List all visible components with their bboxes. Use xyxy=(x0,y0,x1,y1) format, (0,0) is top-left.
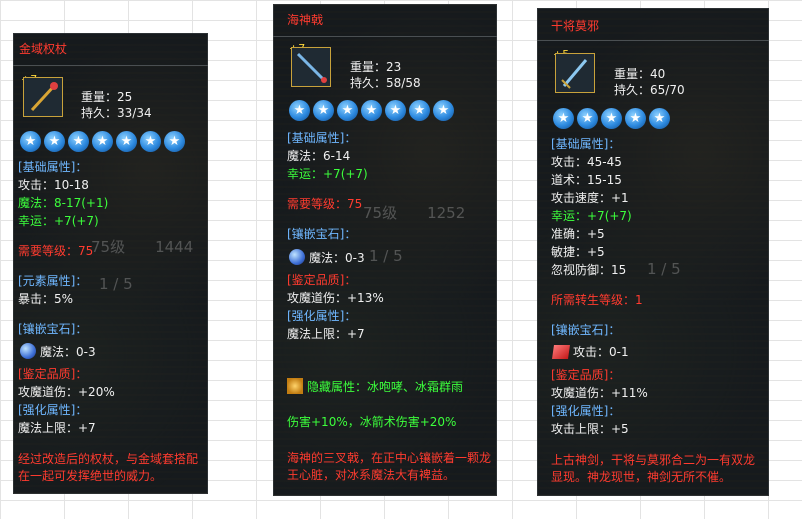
hidden-attr-icon xyxy=(287,378,303,394)
inlay-gem: 魔法：0-3 xyxy=(20,343,96,360)
enhance-header: [强化属性]： xyxy=(18,403,88,417)
required-rebirth-level: 所需转生等级：1 xyxy=(551,293,643,307)
sword-icon xyxy=(561,59,588,89)
durability: 持久：33/34 xyxy=(81,106,152,120)
star-icon: ★ xyxy=(116,131,137,152)
base-attr-header: [基础属性]： xyxy=(551,137,621,151)
appraise-value: 攻魔道伤：+13% xyxy=(287,291,384,305)
enhance-value: 魔法上限：+7 xyxy=(287,327,365,341)
appraise-header: [鉴定品质]： xyxy=(287,273,357,287)
divider xyxy=(537,40,769,41)
scepter-icon xyxy=(30,82,58,112)
star-icon: ★ xyxy=(385,100,406,121)
star-icon: ★ xyxy=(20,131,41,152)
star-icon: ★ xyxy=(409,100,430,121)
magic-stat: 魔法：6-14 xyxy=(287,149,351,163)
star-icon: ★ xyxy=(361,100,382,121)
enhance-value: 攻击上限：+5 xyxy=(551,422,629,436)
star-rating: ★ ★ ★ ★ ★ ★ ★ xyxy=(289,100,454,121)
item-name: 干将莫邪 xyxy=(551,19,600,33)
required-level: 需要等级：75 xyxy=(18,244,94,258)
appraise-value: 攻魔道伤：+20% xyxy=(18,385,115,399)
background-ghost-text: 75级 1444 xyxy=(91,238,194,256)
star-icon: ★ xyxy=(601,108,622,129)
inlay-gem: 魔法：0-3 xyxy=(289,249,365,266)
star-icon: ★ xyxy=(433,100,454,121)
star-icon: ★ xyxy=(337,100,358,121)
ignore-defense-stat: 忽视防御：15 xyxy=(551,263,627,277)
item-icon-frame xyxy=(555,53,595,93)
tao-stat: 道术：15-15 xyxy=(551,173,622,187)
crit-stat: 暴击：5% xyxy=(18,292,74,306)
item-name: 海神戟 xyxy=(287,13,324,27)
durability: 持久：65/70 xyxy=(614,83,685,97)
required-level: 需要等级：75 xyxy=(287,197,363,211)
item-icon-frame xyxy=(23,77,63,117)
attack-stat: 攻击：10-18 xyxy=(18,178,89,192)
inlay-header: [镶嵌宝石]： xyxy=(287,227,357,241)
blue-gem-icon xyxy=(289,249,305,265)
item-description: 上古神剑，干将与莫邪合二为一有双龙显现。神龙现世，神剑无所不催。 xyxy=(551,453,756,484)
agility-stat: 敏捷：+5 xyxy=(551,245,605,259)
enhance-value: 魔法上限：+7 xyxy=(18,421,96,435)
appraise-header: [鉴定品质]： xyxy=(551,368,621,382)
attack-speed-stat: 攻击速度：+1 xyxy=(551,191,629,205)
blue-gem-icon xyxy=(20,343,36,359)
luck-stat: 幸运：+7(+7) xyxy=(287,167,368,181)
star-rating: ★ ★ ★ ★ ★ ★ ★ xyxy=(20,131,185,152)
hidden-attr: 隐藏属性：冰咆哮、冰霜群雨 xyxy=(287,378,463,395)
item-tooltip-jinyu-scepter: 金域权杖 +7 重量：25 持久：33/34 ★ ★ ★ ★ ★ ★ ★ [基础… xyxy=(13,33,208,494)
item-icon-frame xyxy=(291,47,331,87)
enhance-header: [强化属性]： xyxy=(551,404,621,418)
luck-stat: 幸运：+7(+7) xyxy=(551,209,632,223)
accuracy-stat: 准确：+5 xyxy=(551,227,605,241)
star-icon: ★ xyxy=(68,131,89,152)
luck-stat: 幸运：+7(+7) xyxy=(18,214,99,228)
star-icon: ★ xyxy=(649,108,670,129)
base-attr-header: [基础属性]： xyxy=(287,131,357,145)
base-attr-header: [基础属性]： xyxy=(18,160,88,174)
appraise-value: 攻魔道伤：+11% xyxy=(551,386,648,400)
weight: 重量：25 xyxy=(81,90,133,104)
star-icon: ★ xyxy=(92,131,113,152)
inlay-header: [镶嵌宝石]： xyxy=(18,322,88,336)
star-icon: ★ xyxy=(577,108,598,129)
star-rating: ★ ★ ★ ★ ★ xyxy=(553,108,670,129)
enhance-header: [强化属性]： xyxy=(287,309,357,323)
halberd-icon xyxy=(296,52,327,83)
hidden-bonus: 伤害+10%，冰箭术伤害+20% xyxy=(287,415,457,429)
item-tooltip-sea-god-halberd: 海神戟 +7 重量：23 持久：58/58 ★ ★ ★ ★ ★ ★ ★ [基础属… xyxy=(273,4,497,496)
weight: 重量：40 xyxy=(614,67,666,81)
star-icon: ★ xyxy=(313,100,334,121)
star-icon: ★ xyxy=(140,131,161,152)
background-ghost-text: 1 / 5 xyxy=(647,260,681,278)
divider xyxy=(13,65,208,66)
appraise-header: [鉴定品质]： xyxy=(18,367,88,381)
item-description: 经过改造后的权杖，与金域套搭配在一起可发挥绝世的威力。 xyxy=(18,452,199,483)
inlay-header: [镶嵌宝石]： xyxy=(551,323,621,337)
background-ghost-text: 1 / 5 xyxy=(369,247,403,265)
inlay-value: 攻击：0-1 xyxy=(573,345,629,359)
star-icon: ★ xyxy=(553,108,574,129)
durability: 持久：58/58 xyxy=(350,76,421,90)
element-attr-header: [元素属性]： xyxy=(18,274,88,288)
item-tooltip-ganjiang-moye: 干将莫邪 +5 重量：40 持久：65/70 ★ ★ ★ ★ ★ [基础属性]：… xyxy=(537,8,769,496)
background-ghost-text: 75级 1252 xyxy=(363,204,466,222)
divider xyxy=(273,36,497,37)
star-icon: ★ xyxy=(625,108,646,129)
item-name: 金域权杖 xyxy=(19,42,68,56)
inlay-value: 魔法：0-3 xyxy=(309,251,365,265)
inlay-gem: 攻击：0-1 xyxy=(552,344,629,360)
item-description: 海神的三叉戟，在正中心镶嵌着一颗龙王心脏，对冰系魔法大有裨益。 xyxy=(287,451,492,482)
hidden-attr-text: 隐藏属性：冰咆哮、冰霜群雨 xyxy=(307,380,464,394)
red-gem-icon xyxy=(552,345,570,359)
background-ghost-text: 1 / 5 xyxy=(99,275,133,293)
star-icon: ★ xyxy=(289,100,310,121)
inlay-value: 魔法：0-3 xyxy=(40,345,96,359)
attack-stat: 攻击：45-45 xyxy=(551,155,622,169)
weight: 重量：23 xyxy=(350,60,402,74)
star-icon: ★ xyxy=(164,131,185,152)
magic-stat: 魔法：8-17(+1) xyxy=(18,196,109,210)
star-icon: ★ xyxy=(44,131,65,152)
